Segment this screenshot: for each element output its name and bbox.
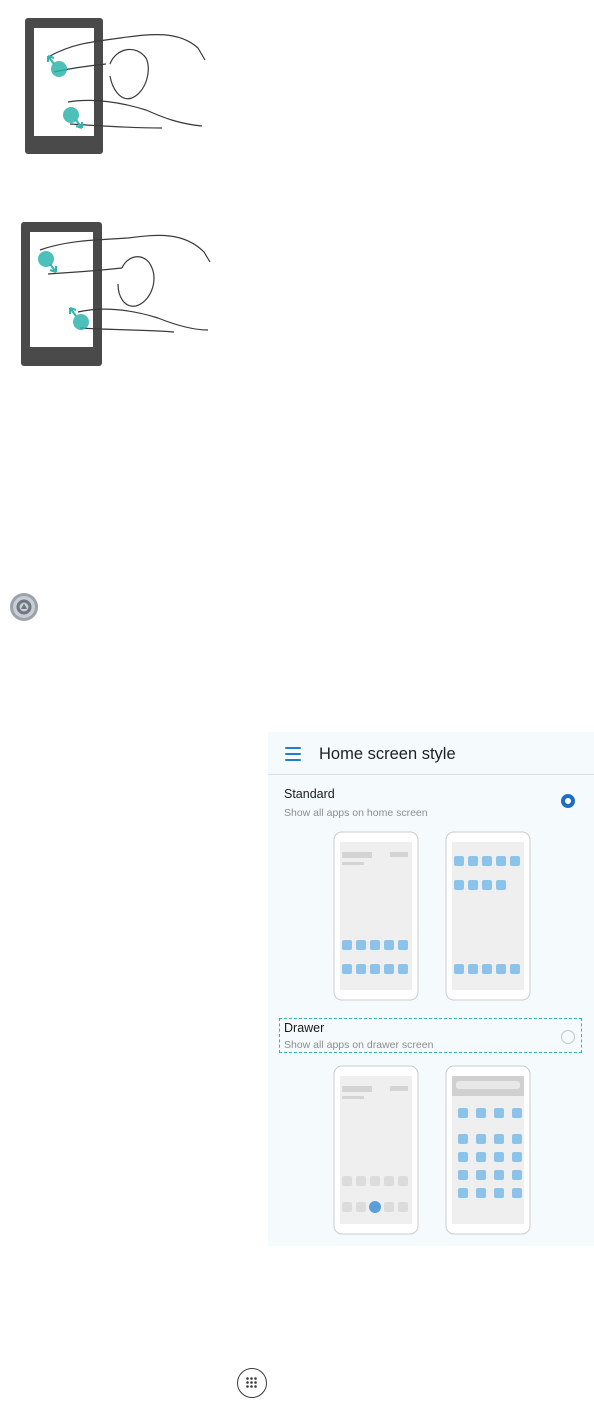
page-title: Home screen style xyxy=(319,745,456,763)
hamburger-menu-icon[interactable] xyxy=(285,747,301,761)
pinch-in-illustration xyxy=(21,222,211,366)
header-divider xyxy=(268,774,594,775)
phone-screen xyxy=(30,232,93,347)
phone-screen xyxy=(34,28,94,136)
radio-standard[interactable] xyxy=(561,794,575,808)
option-standard-subtitle: Show all apps on home screen xyxy=(284,807,428,819)
pinch-out-illustration xyxy=(25,18,206,154)
settings-gear-icon xyxy=(10,593,38,621)
option-standard-title: Standard xyxy=(284,787,335,801)
screen-header: Home screen style xyxy=(268,732,594,776)
option-drawer-subtitle: Show all apps on drawer screen xyxy=(284,1039,434,1051)
standard-layout-preview xyxy=(333,831,531,1001)
drawer-layout-preview xyxy=(333,1065,531,1235)
option-drawer-title: Drawer xyxy=(284,1021,325,1035)
home-screen-style-screenshot: Home screen style Standard Show all apps… xyxy=(268,732,594,1246)
app-drawer-dots-icon xyxy=(237,1368,267,1398)
radio-drawer[interactable] xyxy=(561,1030,575,1044)
